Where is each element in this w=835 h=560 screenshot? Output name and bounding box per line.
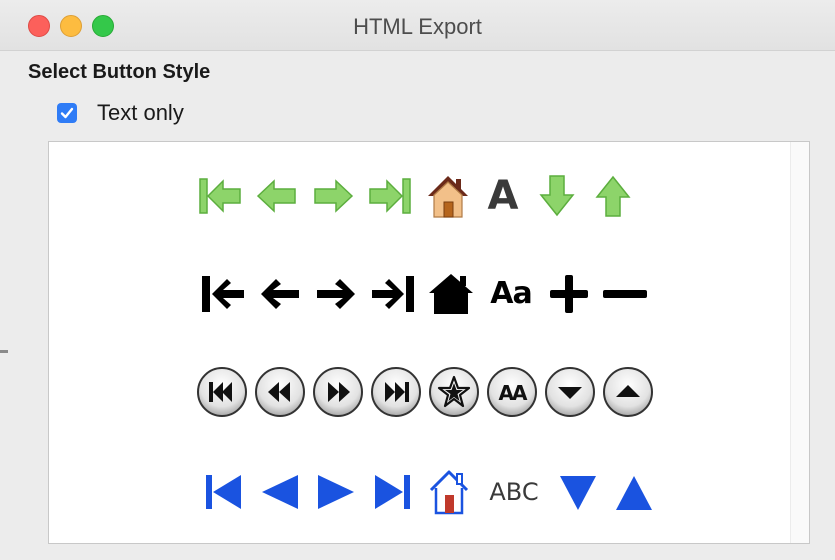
button-style-round-buttons[interactable]: AA [196,366,654,418]
down-icon [539,175,575,217]
previous-page-icon [261,279,299,309]
title-bar: HTML Export [0,0,835,51]
text-only-label: Text only [97,100,184,125]
text-icon: ABC [485,470,543,514]
home-icon [428,176,468,218]
button-style-blue-triangles[interactable]: ABC [203,468,655,516]
star-icon [429,367,479,417]
text-icon: Aa [485,272,537,316]
next-page-icon [313,367,363,417]
text-icon-label: A [487,173,519,219]
previous-page-icon [262,475,298,509]
last-page-icon [369,178,411,214]
last-page-icon [372,276,414,312]
first-page-icon [206,475,241,509]
text-only-option[interactable]: Text only [57,100,184,126]
first-page-icon [197,367,247,417]
home-icon [429,274,473,314]
button-style-green-arrows[interactable]: A [197,172,635,220]
text-icon-label: AA [499,381,528,405]
html-export-dialog: HTML Export Select Button Style Text onl… [0,0,835,560]
text-icon-label: Aa [490,276,532,311]
next-page-icon [318,475,354,509]
down-icon [560,476,596,510]
next-page-icon [314,179,354,213]
scrollbar[interactable] [790,142,809,543]
text-icon: A [483,175,523,217]
button-style-list[interactable]: A Aa AA ABC [48,141,810,544]
previous-page-icon [255,367,305,417]
text-icon-label: ABC [489,478,539,506]
text-icon: AA [487,367,537,417]
last-page-icon [375,475,410,509]
up-icon [603,367,653,417]
minus-icon [603,290,647,298]
previous-page-icon [256,179,296,213]
button-style-black-bold[interactable]: Aa [199,272,649,316]
first-page-icon [202,276,244,312]
text-only-checkbox[interactable] [57,103,77,123]
last-page-icon [371,367,421,417]
first-page-icon [199,178,241,214]
divider [0,350,8,353]
plus-icon [550,275,588,313]
up-icon [616,476,652,510]
up-icon [595,175,631,217]
home-icon [429,470,469,515]
window-title: HTML Export [353,14,482,39]
down-icon [545,367,595,417]
section-heading: Select Button Style [28,61,211,83]
checkmark-icon [60,107,74,119]
next-page-icon [317,279,355,309]
